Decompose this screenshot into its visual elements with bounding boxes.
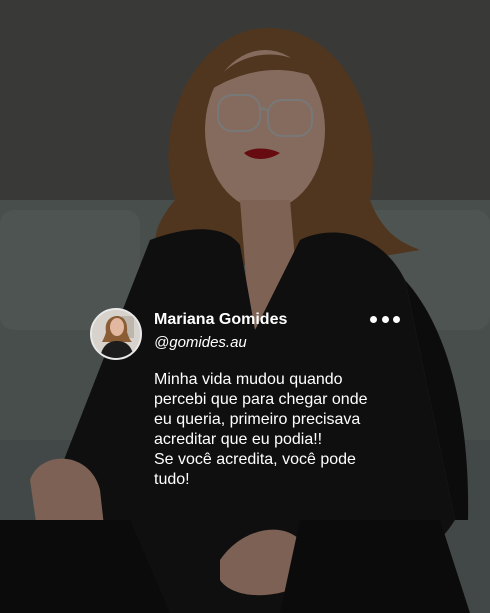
dark-overlay: [0, 0, 490, 613]
avatar[interactable]: [90, 308, 142, 360]
author-handle[interactable]: @gomides.au: [154, 334, 247, 352]
more-options-icon[interactable]: [370, 312, 400, 326]
dot: [381, 315, 389, 323]
author-name[interactable]: Mariana Gomides: [154, 310, 287, 330]
dot: [393, 315, 400, 323]
dot: [370, 315, 377, 323]
avatar-image: [92, 310, 140, 358]
post-text: Minha vida mudou quando percebi que para…: [154, 371, 368, 488]
